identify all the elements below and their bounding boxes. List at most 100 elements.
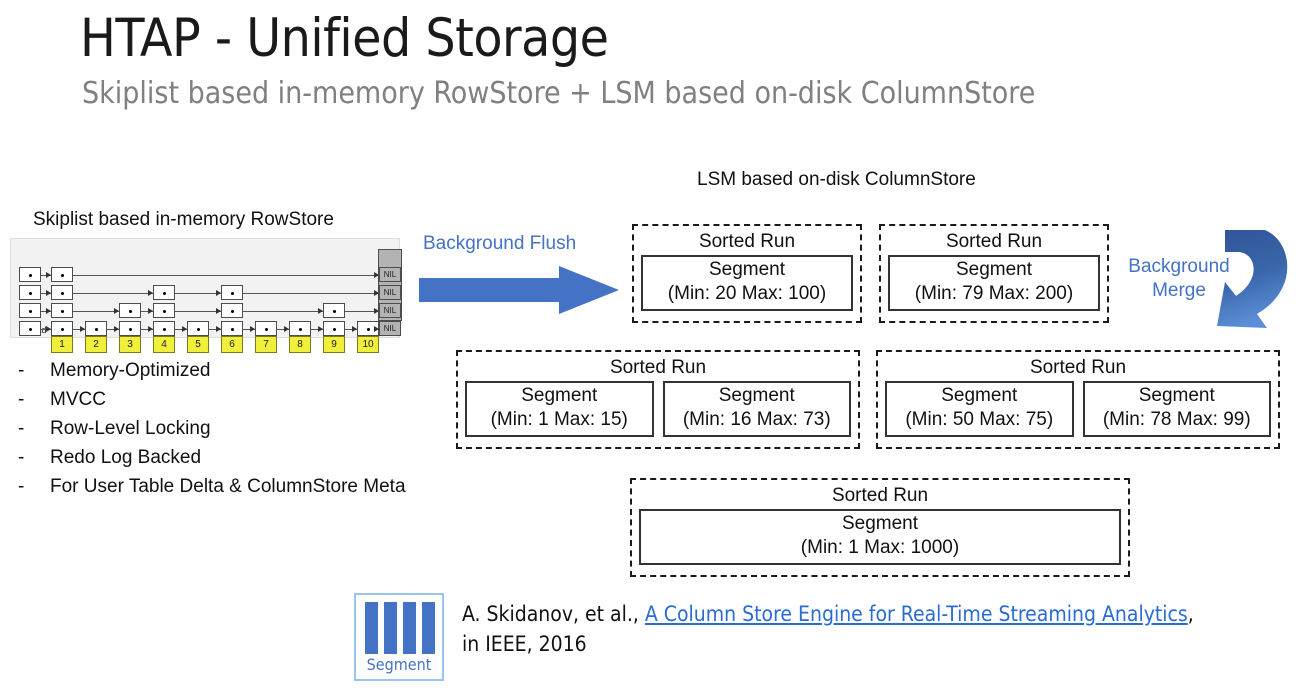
skiplist-link-arrow-icon — [46, 308, 51, 314]
skiplist-node-cell — [323, 303, 345, 318]
segment-label: Segment — [955, 259, 1033, 280]
skiplist-key-5: 5 — [187, 336, 209, 353]
skiplist-link-arrow-icon — [216, 290, 221, 296]
list-item-label: Memory-Optimized — [50, 360, 211, 381]
skiplist-link-arrow-icon — [318, 326, 323, 332]
skiplist-link-arrow-icon — [250, 326, 255, 332]
skiplist-key-6: 6 — [221, 336, 243, 353]
skiplist-node-cell — [19, 267, 41, 282]
list-item-label: Row-Level Locking — [50, 418, 211, 439]
skiplist-link — [73, 275, 379, 276]
bullet-marker: - — [18, 389, 25, 410]
citation: A. Skidanov, et al., A Column Store Engi… — [462, 599, 1262, 659]
segment: Segment (Min: 20 Max: 100) — [641, 255, 853, 311]
skiplist-link-arrow-icon — [46, 290, 51, 296]
sorted-run-title: Sorted Run — [1029, 357, 1127, 378]
skiplist-node-cell — [323, 321, 345, 336]
segment-bar — [422, 602, 435, 654]
skiplist-link-arrow-icon — [374, 326, 379, 332]
skiplist-diagram: Head 12345678910NILNILNILNIL — [10, 238, 402, 353]
citation-comma: , — [1187, 602, 1194, 626]
sorted-run-title: Sorted Run — [698, 231, 796, 252]
skiplist-link-arrow-icon — [80, 326, 85, 332]
page-title: HTAP - Unified Storage — [80, 8, 609, 69]
list-item-label: Redo Log Backed — [50, 447, 202, 468]
list-item: - For User Table Delta & ColumnStore Met… — [18, 476, 406, 505]
skiplist-node-cell — [19, 285, 41, 300]
segment-range: (Min: 78 Max: 99) — [1102, 409, 1251, 430]
skiplist-link-arrow-icon — [318, 308, 323, 314]
skiplist-node-cell — [19, 321, 41, 336]
page-subtitle: Skiplist based in-memory RowStore + LSM … — [82, 76, 1036, 111]
skiplist-node-cell — [51, 267, 73, 282]
segment-bar — [403, 602, 416, 654]
skiplist-link — [243, 293, 379, 294]
list-item: - Row-Level Locking — [18, 418, 406, 447]
segment-legend-icon: Segment — [354, 593, 444, 681]
segment: Segment (Min: 1 Max: 1000) — [639, 509, 1121, 565]
skiplist-key-4: 4 — [153, 336, 175, 353]
segment-range: (Min: 16 Max: 73) — [682, 409, 831, 430]
skiplist-node-cell — [289, 321, 311, 336]
skiplist-link-arrow-icon — [46, 272, 51, 278]
skiplist-key-3: 3 — [119, 336, 141, 353]
skiplist-link — [243, 311, 323, 312]
skiplist-link-arrow-icon — [284, 326, 289, 332]
rowstore-heading: Skiplist based in-memory RowStore — [33, 209, 334, 230]
skiplist-node-cell — [221, 321, 243, 336]
sorted-run-title: Sorted Run — [831, 485, 929, 506]
segment-row: Segment (Min: 50 Max: 75) Segment (Min: … — [878, 381, 1278, 444]
background-flush-arrow-icon — [419, 266, 619, 314]
skiplist-link-arrow-icon — [46, 326, 51, 332]
sorted-run: Sorted Run Segment (Min: 79 Max: 200) — [879, 224, 1109, 323]
segment-row: Segment (Min: 1 Max: 1000) — [632, 509, 1128, 572]
skiplist-node-cell — [255, 321, 277, 336]
skiplist-link-arrow-icon — [216, 326, 221, 332]
segment-legend-bars — [365, 602, 435, 654]
skiplist-link-arrow-icon — [374, 290, 379, 296]
skiplist-node-cell — [19, 303, 41, 318]
segment-bar — [365, 602, 378, 654]
skiplist-key-2: 2 — [85, 336, 107, 353]
segment: Segment (Min: 78 Max: 99) — [1082, 381, 1271, 437]
bullet-marker: - — [18, 447, 25, 468]
sorted-run: Sorted Run Segment (Min: 1 Max: 1000) — [630, 478, 1130, 577]
segment-row: Segment (Min: 79 Max: 200) — [881, 255, 1107, 318]
segment-range: (Min: 50 Max: 75) — [905, 409, 1054, 430]
segment-range: (Min: 1 Max: 15) — [490, 409, 628, 430]
sorted-run: Sorted Run Segment (Min: 20 Max: 100) — [632, 224, 862, 323]
skiplist-node-cell — [51, 303, 73, 318]
skiplist-link-arrow-icon — [148, 290, 153, 296]
citation-link[interactable]: A Column Store Engine for Real-Time Stre… — [645, 602, 1188, 626]
skiplist-link-arrow-icon — [114, 308, 119, 314]
segment-range: (Min: 79 Max: 200) — [914, 283, 1074, 304]
sorted-run-title: Sorted Run — [945, 231, 1043, 252]
skiplist-link-arrow-icon — [148, 326, 153, 332]
skiplist-node-cell — [153, 285, 175, 300]
segment-label: Segment — [1138, 385, 1215, 406]
skiplist-node-cell — [85, 321, 107, 336]
skiplist-nil-cell: NIL — [379, 285, 401, 300]
skiplist-link-arrow-icon — [374, 308, 379, 314]
skiplist-link-arrow-icon — [352, 326, 357, 332]
skiplist-node-cell — [187, 321, 209, 336]
skiplist-node-cell — [51, 285, 73, 300]
skiplist-node-cell — [119, 321, 141, 336]
skiplist-node-cell — [221, 303, 243, 318]
skiplist-node-cell — [119, 303, 141, 318]
skiplist-nil-cell: NIL — [379, 267, 401, 282]
columnstore-heading: LSM based on-disk ColumnStore — [697, 169, 976, 190]
skiplist-link — [175, 311, 221, 312]
background-flush-label: Background Flush — [423, 233, 577, 254]
skiplist-key-7: 7 — [255, 336, 277, 353]
segment-label: Segment — [708, 259, 786, 280]
skiplist-link-arrow-icon — [374, 272, 379, 278]
skiplist-key-9: 9 — [323, 336, 345, 353]
skiplist-node-cell — [153, 303, 175, 318]
skiplist-link — [73, 293, 153, 294]
segment-range: (Min: 1 Max: 1000) — [800, 537, 960, 558]
segment-legend-label: Segment — [366, 655, 432, 674]
segment-range: (Min: 20 Max: 100) — [667, 283, 827, 304]
sorted-run: Sorted Run Segment (Min: 1 Max: 15) Segm… — [456, 350, 860, 449]
skiplist-link-arrow-icon — [114, 326, 119, 332]
